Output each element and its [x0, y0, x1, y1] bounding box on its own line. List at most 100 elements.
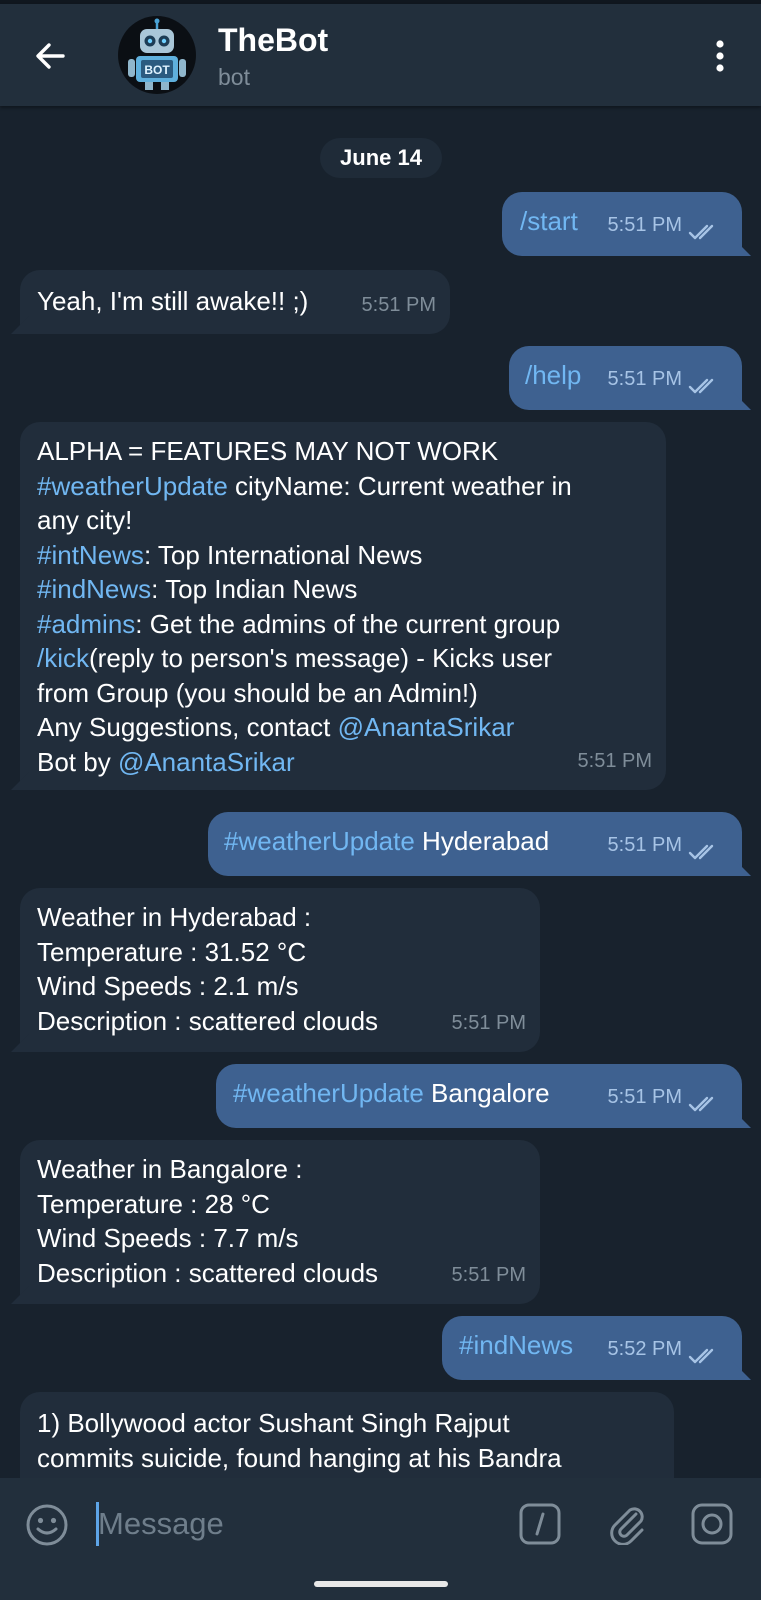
message-link[interactable]: /help: [525, 360, 581, 390]
message-segment: Wind Speeds : 2.1 m/s: [37, 971, 299, 1001]
message-line: ALPHA = FEATURES MAY NOT WORK: [37, 434, 572, 469]
message-segment: Bot by: [37, 746, 118, 777]
message-line: from Group (you should be an Admin!): [37, 676, 572, 711]
message-text: Weather in Bangalore : Temperature : 28 °…: [37, 1152, 378, 1290]
message-link[interactable]: #weatherUpdate: [233, 1078, 424, 1108]
message-bubble[interactable]: Weather in Bangalore : Temperature : 28 °…: [20, 1140, 540, 1304]
message-link[interactable]: #indNews: [37, 574, 151, 604]
message-line: Wind Speeds : 7.7 m/s: [37, 1221, 378, 1256]
message-line: Description : scattered clouds: [37, 1256, 378, 1291]
message-list[interactable]: June 14 /start 5:51 PM Yeah, I'm still a…: [0, 106, 761, 1478]
message-line: Description : scattered clouds: [37, 1004, 378, 1039]
bot-commands-button[interactable]: [516, 1500, 564, 1548]
message-bubble[interactable]: ALPHA = FEATURES MAY NOT WORK #weatherUpd…: [20, 422, 666, 790]
message-timestamp: 5:51 PM: [607, 833, 682, 856]
message-timestamp: 5:52 PM: [607, 1337, 682, 1360]
message-link[interactable]: #weatherUpdate: [37, 471, 228, 501]
message-segment: Description : scattered clouds: [37, 1257, 379, 1288]
double-check-icon: [688, 1348, 714, 1364]
message-line: Temperature : 28 °C: [37, 1187, 378, 1222]
home-indicator[interactable]: [314, 1581, 448, 1587]
message-segment: (reply to person's message) - Kicks user: [89, 643, 553, 673]
message-link[interactable]: /kick: [37, 643, 89, 673]
message-segment: Weather in Hyderabad :: [37, 902, 312, 932]
message-line: #indNews: Top Indian News: [37, 572, 572, 607]
message-line: Weather in Hyderabad :: [37, 900, 378, 935]
date-divider: June 14: [320, 138, 442, 178]
message-text: Weather in Hyderabad : Temperature : 31.5…: [37, 900, 378, 1038]
message-segment: : Top Indian News: [151, 574, 358, 604]
message-segment: Weather in Bangalore :: [37, 1154, 303, 1184]
message-text: /start: [520, 204, 578, 239]
message-segment: Temperature : 31.52 °C: [37, 936, 307, 967]
paperclip-icon: [610, 1507, 644, 1545]
message-link[interactable]: #intNews: [37, 540, 144, 570]
chat-title[interactable]: TheBot: [218, 22, 328, 59]
system-nav-bar: [0, 1570, 761, 1600]
message-line: Any Suggestions, contact @AnantaSrikar: [37, 710, 572, 745]
message-link[interactable]: #indNews: [459, 1330, 573, 1360]
camera-icon: [691, 1503, 733, 1545]
message-bubble[interactable]: /help 5:51 PM: [509, 346, 742, 410]
message-line: #intNews: Top International News: [37, 538, 572, 573]
message-segment: from Group (you should be an Admin!): [37, 677, 478, 708]
message-line: Wind Speeds : 2.1 m/s: [37, 969, 378, 1004]
chat-header: BOT TheBot bot: [0, 4, 761, 106]
emoji-icon: [26, 1504, 68, 1546]
message-text: #weatherUpdate Hyderabad: [224, 824, 549, 859]
message-timestamp: 5:51 PM: [451, 1011, 526, 1034]
message-text: ALPHA = FEATURES MAY NOT WORK #weatherUpd…: [37, 434, 572, 779]
message-text: #indNews: [459, 1328, 573, 1363]
more-options-button[interactable]: [700, 28, 740, 84]
emoji-button[interactable]: [22, 1500, 72, 1550]
message-link[interactable]: #admins: [37, 609, 135, 639]
more-vertical-icon: [716, 40, 724, 72]
message-text: 1) Bollywood actor Sushant Singh Rajput c…: [37, 1406, 562, 1475]
message-line: commits suicide, found hanging at his Ba…: [37, 1441, 562, 1476]
message-composer: [0, 1478, 761, 1570]
message-line: #weatherUpdate cityName: Current weather…: [37, 469, 572, 504]
message-timestamp: 5:51 PM: [451, 1263, 526, 1286]
message-bubble[interactable]: #indNews 5:52 PM: [442, 1316, 742, 1380]
message-segment: Description : scattered clouds: [37, 1005, 379, 1036]
message-bubble[interactable]: /start 5:51 PM: [502, 192, 742, 256]
message-segment: Hyderabad: [414, 826, 550, 856]
message-segment: any city!: [37, 505, 133, 535]
camera-button[interactable]: [688, 1500, 736, 1548]
message-segment: 1) Bollywood actor Sushant Singh Rajput: [37, 1408, 510, 1438]
message-line: Temperature : 31.52 °C: [37, 935, 378, 970]
message-link[interactable]: @AnantaSrikar: [118, 747, 295, 777]
message-segment: : Top International News: [143, 539, 423, 570]
message-line: any city!: [37, 503, 572, 538]
slash-command-icon: [519, 1503, 561, 1545]
message-line: Weather in Bangalore :: [37, 1152, 378, 1187]
avatar[interactable]: BOT: [118, 16, 196, 94]
message-segment: cityName: Current weather in: [227, 470, 572, 501]
back-button[interactable]: [22, 28, 78, 84]
message-segment: Any Suggestions, contact: [37, 712, 338, 742]
message-bubble[interactable]: #weatherUpdate Bangalore 5:51 PM: [216, 1064, 742, 1128]
message-link[interactable]: /start: [520, 206, 578, 236]
message-bubble[interactable]: Weather in Hyderabad : Temperature : 31.5…: [20, 888, 540, 1052]
double-check-icon: [688, 1096, 714, 1112]
attach-button[interactable]: [602, 1498, 652, 1548]
message-text: /help: [525, 358, 581, 393]
double-check-icon: [688, 844, 714, 860]
double-check-icon: [688, 378, 714, 394]
chat-subtitle: bot: [218, 64, 250, 90]
message-timestamp: 5:51 PM: [607, 367, 682, 390]
message-timestamp: 5:51 PM: [577, 749, 652, 772]
message-text: Yeah, I'm still awake!! ;): [37, 284, 308, 319]
message-bubble[interactable]: 1) Bollywood actor Sushant Singh Rajput c…: [20, 1392, 674, 1478]
message-segment: commits suicide, found hanging at his Ba…: [37, 1442, 562, 1473]
avatar-label: BOT: [144, 63, 170, 77]
message-segment: Wind Speeds : 7.7 m/s: [37, 1223, 299, 1253]
message-timestamp: 5:51 PM: [361, 293, 436, 316]
message-link[interactable]: #weatherUpdate: [224, 826, 415, 856]
message-input[interactable]: [98, 1498, 488, 1550]
message-bubble[interactable]: #weatherUpdate Hyderabad 5:51 PM: [208, 812, 742, 876]
message-bubble[interactable]: Yeah, I'm still awake!! ;) 5:51 PM: [20, 270, 450, 334]
double-check-icon: [688, 224, 714, 240]
message-link[interactable]: @AnantaSrikar: [338, 712, 515, 742]
back-arrow-icon: [36, 43, 65, 69]
